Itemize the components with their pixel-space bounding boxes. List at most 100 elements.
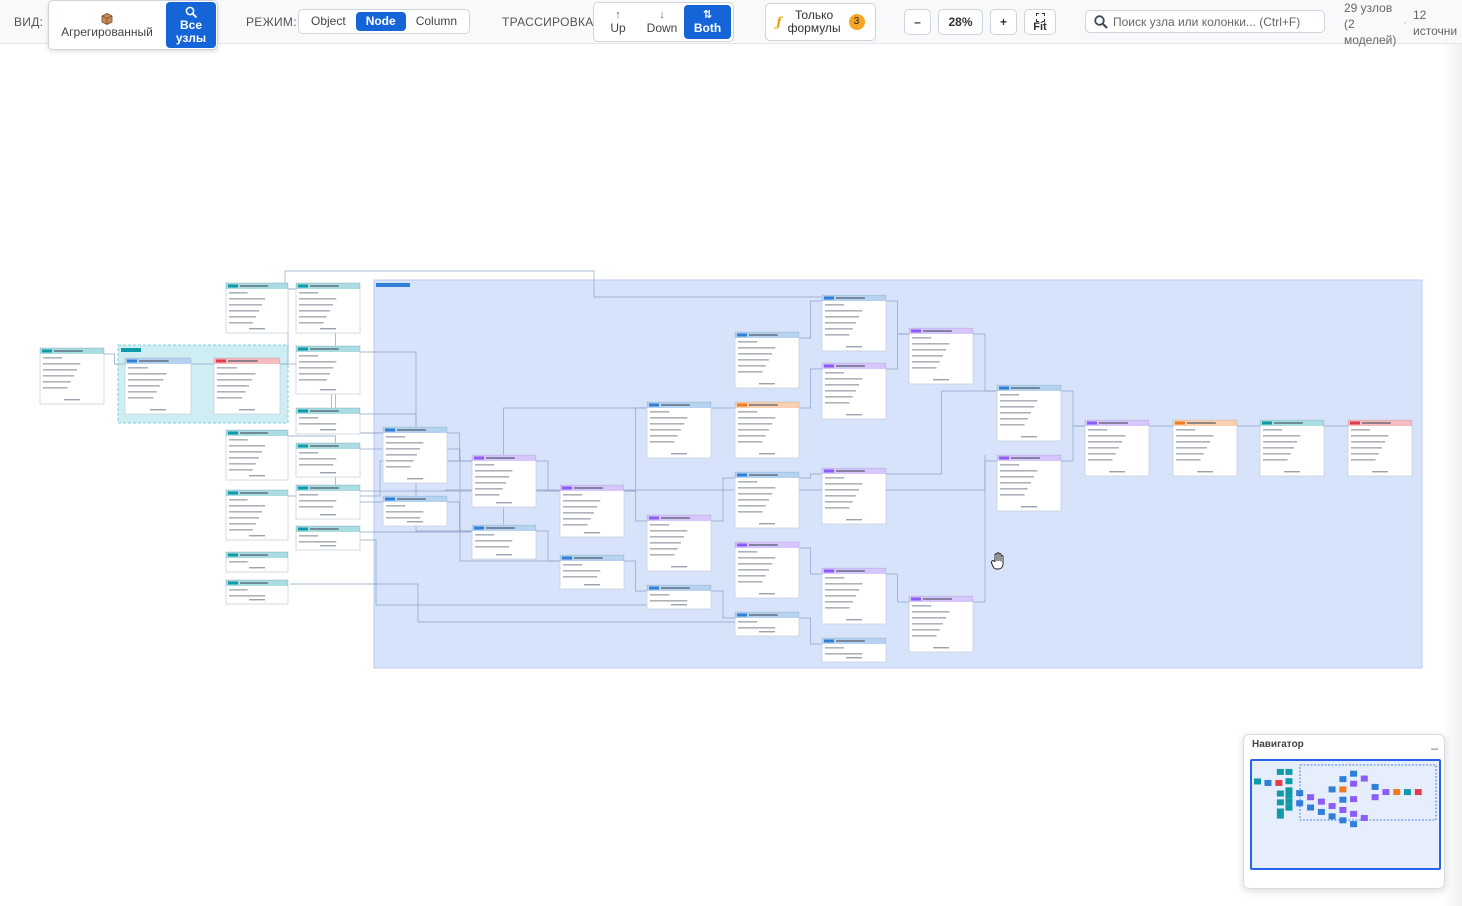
node-column-row <box>1000 476 1035 478</box>
minimap-node <box>1328 803 1336 810</box>
fit-button[interactable]: Fit <box>1024 9 1056 35</box>
node-column-row <box>128 367 148 369</box>
formula-only-button[interactable]: ƒ Только формулы 3 <box>765 3 876 41</box>
node-column-row <box>1000 394 1020 396</box>
minimap-node <box>1371 783 1379 790</box>
node-type-chip <box>1087 421 1097 425</box>
node-column-row <box>229 517 259 519</box>
node-type-chip <box>385 428 395 432</box>
mode-label: РЕЖИМ: <box>246 15 297 29</box>
node-column-row <box>43 381 71 383</box>
node-column-row <box>825 647 845 649</box>
graph-node <box>559 554 625 590</box>
node-more <box>759 593 775 595</box>
node-more <box>759 453 775 455</box>
node-column-row <box>128 373 167 375</box>
node-column-row <box>299 464 334 466</box>
node-column-row <box>738 435 766 437</box>
zoom-out-button[interactable]: – <box>904 9 931 35</box>
node-title <box>228 360 258 362</box>
minimap-node <box>1285 768 1293 775</box>
node-column-row <box>825 607 850 609</box>
node-column-row <box>650 411 670 413</box>
node-title <box>1274 422 1303 424</box>
node-title <box>310 487 339 489</box>
node-column-row <box>229 292 248 294</box>
minimap-node <box>1339 776 1347 783</box>
node-column-row <box>738 563 773 565</box>
view-aggregated-button[interactable]: Агрегированный <box>49 1 165 49</box>
navigator-minimize-button[interactable]: _ <box>1431 736 1438 750</box>
node-column-row <box>825 402 850 404</box>
graph-node <box>734 541 800 599</box>
minimap-node <box>1350 810 1358 817</box>
graph-node <box>734 331 800 389</box>
node-column-row <box>299 458 337 460</box>
node-title <box>240 554 268 556</box>
node-column-row <box>563 512 594 514</box>
node-column-row <box>1088 459 1113 461</box>
mode-node-button[interactable]: Node <box>355 12 406 31</box>
node-more <box>407 521 423 523</box>
node-column-row <box>1000 424 1025 426</box>
node-type-chip <box>737 333 747 337</box>
node-column-row <box>217 373 256 375</box>
node-column-row <box>912 343 950 345</box>
node-type-chip <box>298 486 308 490</box>
trace-down-button[interactable]: ↓ Down <box>640 5 684 39</box>
trace-up-button[interactable]: ↑ Up <box>596 5 640 39</box>
minimap-node <box>1414 789 1422 796</box>
view-all-nodes-button[interactable]: Все узлы <box>166 2 216 48</box>
node-card <box>225 282 289 334</box>
source-count-line-1: 12 <box>1413 8 1427 22</box>
zoom-in-button[interactable]: + <box>990 9 1017 35</box>
node-title <box>749 404 778 406</box>
node-column-row <box>1000 412 1031 414</box>
node-title <box>486 457 515 459</box>
mode-object-button[interactable]: Object <box>301 12 356 31</box>
node-column-row <box>738 353 773 355</box>
search-input[interactable] <box>1109 14 1324 29</box>
node-column-row <box>825 495 856 497</box>
trace-both-button[interactable]: ⇅ Both <box>684 5 731 39</box>
node-column-row <box>217 367 237 369</box>
node-column-row <box>229 439 248 441</box>
minimap-node <box>1360 814 1368 821</box>
node-column-row <box>1000 400 1038 402</box>
node-column-row <box>128 397 154 399</box>
graph-node <box>382 495 448 527</box>
node-column-row <box>650 441 675 443</box>
minimap-node <box>1276 812 1284 819</box>
zoom-level: 28% <box>938 9 983 35</box>
mode-column-button[interactable]: Column <box>406 12 467 31</box>
node-type-chip <box>824 469 834 473</box>
node-column-row <box>650 554 675 556</box>
node-column-row <box>1088 447 1119 449</box>
node-type-chip <box>911 329 921 333</box>
node-title <box>54 350 83 352</box>
minimap-node <box>1317 808 1325 815</box>
node-column-row <box>1263 459 1288 461</box>
minimap-node <box>1307 804 1315 811</box>
node-column-row <box>1263 447 1294 449</box>
node-title <box>749 614 778 616</box>
formula-count-badge: 3 <box>848 14 865 30</box>
node-column-row <box>825 384 860 386</box>
node-type-chip <box>649 586 659 590</box>
node-column-row <box>738 481 758 483</box>
minimap-node <box>1285 787 1293 794</box>
node-column-row <box>229 499 248 501</box>
minimap-node <box>1371 794 1379 801</box>
node-more <box>1372 471 1388 473</box>
navigator-viewport[interactable] <box>1250 759 1441 870</box>
node-column-row <box>217 397 243 399</box>
node-more <box>496 554 512 556</box>
node-column-row <box>650 536 685 538</box>
node-type-chip <box>999 386 1009 390</box>
minimap-node <box>1339 786 1347 793</box>
node-column-row <box>912 355 943 357</box>
node-more <box>584 532 600 534</box>
node-column-row <box>229 589 248 591</box>
node-column-row <box>912 361 940 363</box>
node-title <box>397 429 426 431</box>
